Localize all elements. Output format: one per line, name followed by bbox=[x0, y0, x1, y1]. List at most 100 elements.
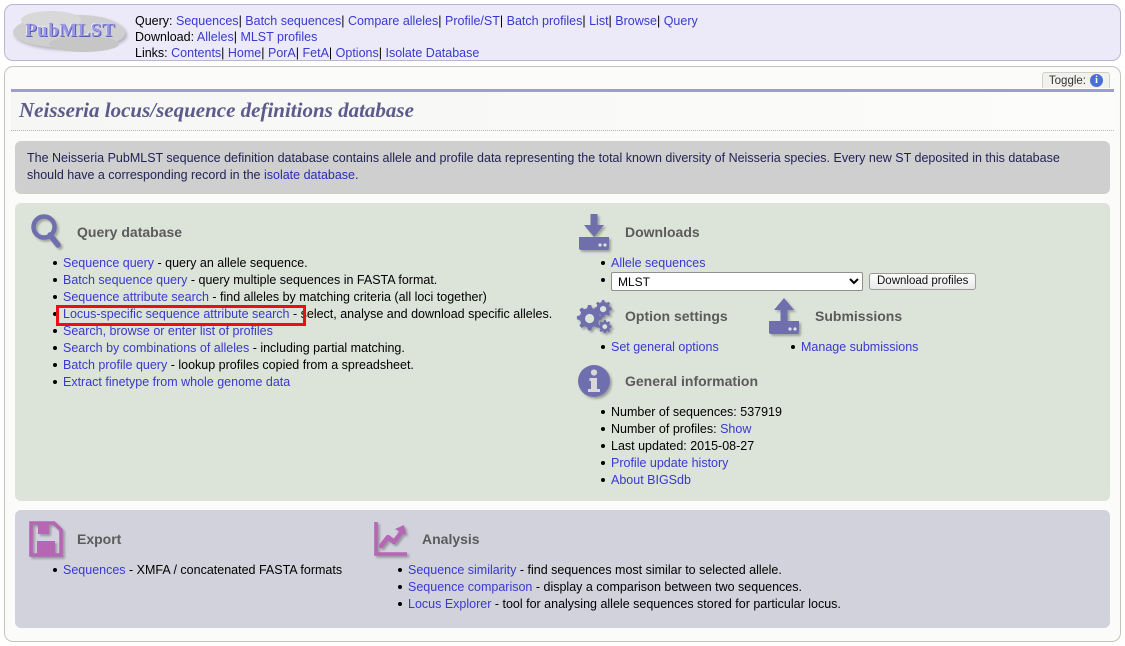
toggle-control[interactable]: Toggle: i bbox=[1041, 72, 1110, 88]
sep: | bbox=[656, 14, 661, 28]
query-database-title: Query database bbox=[77, 224, 183, 240]
list-item: Batch sequence query - query multiple se… bbox=[53, 272, 573, 289]
options-submissions-row: Option settings Set general options Subm… bbox=[573, 295, 1100, 356]
sep: | bbox=[608, 14, 612, 28]
link-locus-explorer[interactable]: Locus Explorer bbox=[408, 597, 491, 611]
header-link-options[interactable]: Options bbox=[336, 46, 379, 60]
link-show-profiles[interactable]: Show bbox=[720, 422, 751, 436]
header-link-sequences[interactable]: Sequences bbox=[176, 14, 239, 28]
general-information-group: General information Number of sequences:… bbox=[573, 360, 1100, 489]
list-item-highlighted: Search, browse or enter list of profiles bbox=[53, 323, 573, 340]
desc: - query an allele sequence. bbox=[154, 256, 308, 270]
profile-scheme-select[interactable]: MLST bbox=[611, 272, 863, 291]
link-sequence-similarity[interactable]: Sequence similarity bbox=[408, 563, 516, 577]
link-search-by-combinations-of-alleles[interactable]: Search by combinations of alleles bbox=[63, 341, 249, 355]
header-link-rows: Query: Sequences| Batch sequences| Compa… bbox=[135, 5, 698, 61]
header-link-browse[interactable]: Browse bbox=[615, 14, 657, 28]
number-of-profiles-label: Number of profiles: bbox=[611, 422, 721, 436]
sep: | bbox=[499, 14, 504, 28]
list-item: Number of sequences: 537919 bbox=[601, 404, 1100, 421]
header-row-query-label: Query: bbox=[135, 14, 173, 28]
desc: - display a comparison between two seque… bbox=[532, 580, 802, 594]
list-item: Set general options bbox=[601, 339, 763, 356]
list-item: Allele sequences bbox=[601, 255, 1100, 272]
link-export-sequences[interactable]: Sequences bbox=[63, 563, 126, 577]
intro-text-before: The Neisseria PubMLST sequence definitio… bbox=[27, 151, 1060, 182]
query-database-header: Query database bbox=[25, 211, 573, 253]
header-row-links: Links: Contents| Home| PorA| FetA| Optio… bbox=[135, 45, 698, 61]
general-information-list: Number of sequences: 537919 Number of pr… bbox=[573, 404, 1100, 489]
magnifier-icon bbox=[25, 212, 67, 252]
list-item: Sequences - XMFA / concatenated FASTA fo… bbox=[53, 562, 370, 579]
sep: | bbox=[261, 46, 265, 60]
header-link-contents[interactable]: Contents bbox=[171, 46, 221, 60]
option-settings-group: Option settings Set general options bbox=[573, 295, 763, 356]
sep: | bbox=[378, 46, 382, 60]
header-row-query: Query: Sequences| Batch sequences| Compa… bbox=[135, 13, 698, 29]
option-settings-header: Option settings bbox=[573, 295, 763, 337]
link-locus-specific-sequence-attribute-search[interactable]: Locus-specific sequence attribute search bbox=[63, 307, 290, 321]
link-search-browse-or-enter-list-of-profiles[interactable]: Search, browse or enter list of profiles bbox=[63, 324, 273, 338]
header-link-list[interactable]: List bbox=[589, 14, 608, 28]
sep: | bbox=[341, 14, 345, 28]
downloads-list: Allele sequences MLST Download profiles bbox=[573, 255, 1100, 291]
site-header: PubMLST Query: Sequences| Batch sequence… bbox=[4, 4, 1121, 61]
desc: - query multiple sequences in FASTA form… bbox=[187, 273, 438, 287]
header-link-profile-st[interactable]: Profile/ST bbox=[445, 14, 500, 28]
header-link-batch-profiles[interactable]: Batch profiles bbox=[507, 14, 583, 28]
floppy-disk-icon bbox=[25, 519, 67, 559]
submissions-header: Submissions bbox=[763, 295, 953, 337]
link-profile-update-history[interactable]: Profile update history bbox=[611, 456, 728, 470]
list-item-download-profiles: MLST Download profiles bbox=[601, 272, 1100, 291]
downloads-group: Downloads Allele sequences MLST Download… bbox=[573, 211, 1100, 291]
link-sequence-comparison[interactable]: Sequence comparison bbox=[408, 580, 532, 594]
list-item: Batch profile query - lookup profiles co… bbox=[53, 357, 573, 374]
link-manage-submissions[interactable]: Manage submissions bbox=[801, 340, 918, 354]
list-item: Locus Explorer - tool for analysing alle… bbox=[398, 596, 1100, 613]
sep: | bbox=[328, 46, 333, 60]
list-item: Locus-specific sequence attribute search… bbox=[53, 306, 573, 323]
link-batch-sequence-query[interactable]: Batch sequence query bbox=[63, 273, 187, 287]
link-allele-sequences[interactable]: Allele sequences bbox=[611, 256, 706, 270]
link-sequence-attribute-search[interactable]: Sequence attribute search bbox=[63, 290, 209, 304]
sep: | bbox=[438, 14, 442, 28]
header-link-alleles[interactable]: Alleles bbox=[197, 30, 234, 44]
header-row-links-label: Links: bbox=[135, 46, 168, 60]
submissions-title: Submissions bbox=[815, 308, 903, 324]
header-link-batch-sequences[interactable]: Batch sequences bbox=[245, 14, 341, 28]
list-item: Profile update history bbox=[601, 455, 1100, 472]
query-database-group: Query database Sequence query - query an… bbox=[25, 211, 573, 489]
header-link-query[interactable]: Query bbox=[664, 14, 698, 28]
main-panel: Toggle: i Neisseria locus/sequence defin… bbox=[4, 66, 1121, 642]
link-sequence-query[interactable]: Sequence query bbox=[63, 256, 154, 270]
desc: - find alleles by matching criteria (all… bbox=[208, 290, 487, 304]
link-batch-profile-query[interactable]: Batch profile query bbox=[63, 358, 167, 372]
downloads-column: Downloads Allele sequences MLST Download… bbox=[573, 211, 1100, 489]
header-link-isolate-database[interactable]: Isolate Database bbox=[385, 46, 479, 60]
general-information-header: General information bbox=[573, 360, 1100, 402]
download-icon bbox=[573, 212, 615, 252]
link-set-general-options[interactable]: Set general options bbox=[611, 340, 719, 354]
general-information-title: General information bbox=[625, 373, 759, 389]
link-extract-finetype-from-whole-genome-data[interactable]: Extract finetype from whole genome data bbox=[63, 375, 290, 389]
header-link-feta[interactable]: FetA bbox=[303, 46, 329, 60]
header-link-mlst-profiles[interactable]: MLST profiles bbox=[240, 30, 317, 44]
isolate-database-link[interactable]: isolate database bbox=[264, 168, 355, 182]
list-item: Sequence query - query an allele sequenc… bbox=[53, 255, 573, 272]
header-link-pora[interactable]: PorA bbox=[268, 46, 296, 60]
download-profiles-button[interactable]: Download profiles bbox=[869, 273, 977, 290]
chart-line-icon bbox=[370, 519, 412, 559]
header-link-compare-alleles[interactable]: Compare alleles bbox=[348, 14, 438, 28]
option-settings-list: Set general options bbox=[573, 339, 763, 356]
sep: | bbox=[233, 30, 237, 44]
downloads-header: Downloads bbox=[573, 211, 1100, 253]
page-title-band: Neisseria locus/sequence definitions dat… bbox=[11, 89, 1114, 131]
header-row-download-label: Download: bbox=[135, 30, 195, 44]
upload-icon bbox=[763, 296, 805, 336]
header-link-home[interactable]: Home bbox=[228, 46, 261, 60]
info-icon[interactable]: i bbox=[1090, 74, 1103, 87]
desc: - including partial matching. bbox=[249, 341, 405, 355]
export-list: Sequences - XMFA / concatenated FASTA fo… bbox=[25, 562, 370, 579]
sep: | bbox=[295, 46, 300, 60]
link-about-bigsdb[interactable]: About BIGSdb bbox=[611, 473, 691, 487]
